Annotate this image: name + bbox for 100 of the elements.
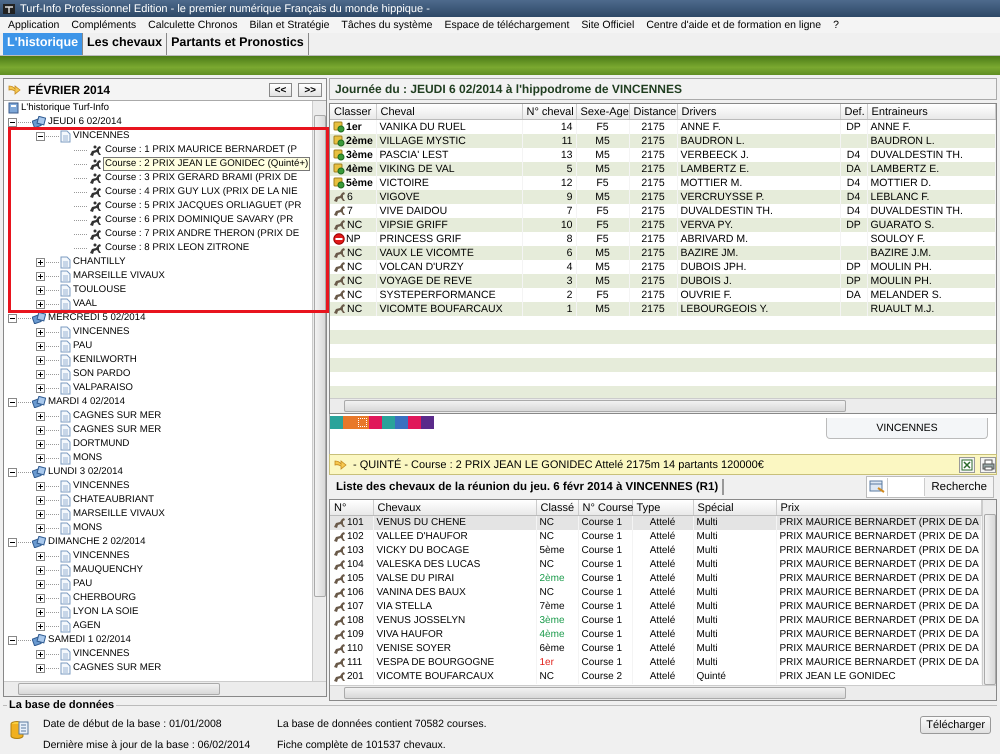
tree-item[interactable]: Course : 5 PRIX JACQUES ORLIAGUET (PR bbox=[103, 199, 304, 213]
collapse-icon[interactable] bbox=[8, 118, 17, 126]
expand-icon[interactable] bbox=[36, 356, 45, 364]
tree-item[interactable]: MONS bbox=[71, 451, 104, 465]
expand-icon[interactable] bbox=[36, 300, 45, 308]
tree-item[interactable]: CAGNES SUR MER bbox=[71, 661, 164, 675]
list-tab[interactable]: Liste des chevaux de la réunion du jeu. 6 févr 2014 à VINCENNES (R1) bbox=[332, 479, 724, 495]
tree-item[interactable]: CHATEAUBRIANT bbox=[71, 493, 156, 507]
expand-icon[interactable] bbox=[36, 622, 45, 630]
color-swatch[interactable] bbox=[369, 416, 382, 429]
search-field[interactable] bbox=[887, 478, 926, 496]
tree-item[interactable]: LYON LA SOIE bbox=[71, 605, 141, 619]
spreadsheet-button[interactable] bbox=[959, 456, 975, 472]
color-swatch[interactable] bbox=[382, 416, 395, 429]
tree-item[interactable]: MARSEILLE VIVAUX bbox=[71, 507, 167, 521]
menu-item[interactable]: Compléments bbox=[65, 19, 142, 31]
expand-icon[interactable] bbox=[36, 664, 45, 672]
expand-icon[interactable] bbox=[36, 650, 45, 658]
tree-item[interactable]: MERCREDI 5 02/2014 bbox=[46, 311, 148, 325]
tree-item[interactable]: CAGNES SUR MER bbox=[71, 409, 164, 423]
expand-icon[interactable] bbox=[36, 370, 45, 378]
expand-icon[interactable] bbox=[36, 328, 45, 336]
horizontal-scrollbar[interactable] bbox=[330, 398, 996, 413]
tree-item[interactable]: DIMANCHE 2 02/2014 bbox=[46, 535, 148, 549]
expand-icon[interactable] bbox=[36, 552, 45, 560]
column-header[interactable]: N° bbox=[330, 500, 373, 516]
expand-icon[interactable] bbox=[36, 272, 45, 280]
tree-item[interactable]: AGEN bbox=[71, 619, 102, 633]
expand-icon[interactable] bbox=[36, 286, 45, 294]
collapse-icon[interactable] bbox=[36, 132, 45, 140]
tree-item[interactable]: JEUDI 6 02/2014 bbox=[46, 115, 124, 129]
column-header[interactable]: Classer bbox=[330, 104, 376, 120]
collapse-icon[interactable] bbox=[8, 636, 17, 644]
calendar-icon[interactable] bbox=[867, 479, 888, 495]
tree-item[interactable]: TOULOUSE bbox=[71, 283, 128, 297]
color-swatch[interactable] bbox=[343, 416, 356, 429]
expand-icon[interactable] bbox=[36, 454, 45, 462]
color-swatch[interactable] bbox=[395, 416, 408, 429]
expand-icon[interactable] bbox=[36, 594, 45, 602]
expand-icon[interactable] bbox=[36, 440, 45, 448]
tree-item[interactable]: Course : 2 PRIX JEAN LE GONIDEC (Quinté+) bbox=[103, 157, 310, 171]
tree-item[interactable]: CHERBOURG bbox=[71, 591, 138, 605]
tree-item[interactable]: CHANTILLY bbox=[71, 255, 128, 269]
tree-item[interactable]: MARSEILLE VIVAUX bbox=[71, 269, 167, 283]
tree-item[interactable]: Course : 7 PRIX ANDRE THERON (PRIX DE bbox=[103, 227, 302, 241]
tree-item[interactable]: Course : 3 PRIX GERARD BRAMI (PRIX DE bbox=[103, 171, 300, 185]
previous-button[interactable]: << bbox=[268, 82, 292, 96]
column-header[interactable]: Def. bbox=[840, 104, 867, 120]
expand-icon[interactable] bbox=[36, 342, 45, 350]
menu-item[interactable]: Site Officiel bbox=[575, 19, 640, 31]
tree-item[interactable]: MAUQUENCHY bbox=[71, 563, 145, 577]
menu-item[interactable]: Espace de téléchargement bbox=[438, 19, 576, 31]
color-swatch[interactable] bbox=[356, 416, 369, 429]
column-header[interactable]: Classé bbox=[536, 500, 578, 516]
tree-item[interactable]: SAMEDI 1 02/2014 bbox=[46, 633, 133, 647]
vertical-scrollbar[interactable] bbox=[982, 500, 996, 685]
color-swatch[interactable] bbox=[408, 416, 421, 429]
horizontal-scrollbar[interactable] bbox=[4, 681, 326, 696]
download-button[interactable]: Télécharger bbox=[920, 716, 991, 734]
expand-icon[interactable] bbox=[36, 426, 45, 434]
expand-icon[interactable] bbox=[36, 258, 45, 266]
column-header[interactable]: Sexe-Age bbox=[576, 104, 629, 120]
tree-item[interactable]: DORTMUND bbox=[71, 437, 132, 451]
tree-item[interactable]: CAGNES SUR MER bbox=[71, 423, 164, 437]
print-button[interactable] bbox=[980, 456, 996, 472]
column-header[interactable]: Distance bbox=[629, 104, 677, 120]
tree-item[interactable]: L'historique Turf-Info bbox=[19, 101, 112, 115]
menu-item[interactable]: Tâches du système bbox=[335, 19, 438, 31]
tree-item[interactable]: SON PARDO bbox=[71, 367, 132, 381]
collapse-icon[interactable] bbox=[8, 538, 17, 546]
expand-icon[interactable] bbox=[36, 496, 45, 504]
column-header[interactable]: N° Course bbox=[578, 500, 632, 516]
expand-icon[interactable] bbox=[36, 384, 45, 392]
venue-tab[interactable]: VINCENNES bbox=[826, 418, 988, 439]
menu-item[interactable]: Centre d'aide et de formation en ligne bbox=[640, 19, 828, 31]
tree-item[interactable]: VINCENNES bbox=[71, 129, 132, 143]
tree-item[interactable]: Course : 8 PRIX LEON ZITRONE bbox=[103, 241, 252, 255]
expand-icon[interactable] bbox=[36, 510, 45, 518]
tree-item[interactable]: Course : 1 PRIX MAURICE BERNARDET (P bbox=[103, 143, 299, 157]
menu-item[interactable]: Application bbox=[2, 19, 66, 31]
tree-item[interactable]: Course : 4 PRIX GUY LUX (PRIX DE LA NIE bbox=[103, 185, 300, 199]
tree-item[interactable]: MONS bbox=[71, 521, 104, 535]
collapse-icon[interactable] bbox=[8, 398, 17, 406]
tree-item[interactable]: KENILWORTH bbox=[71, 353, 139, 367]
expand-icon[interactable] bbox=[36, 566, 45, 574]
column-header[interactable]: Chevaux bbox=[373, 500, 536, 516]
tree-item[interactable]: PAU bbox=[71, 577, 94, 591]
expand-icon[interactable] bbox=[36, 412, 45, 420]
column-header[interactable]: N° cheval bbox=[522, 104, 576, 120]
column-header[interactable]: Prix bbox=[776, 500, 982, 516]
menu-item[interactable]: Bilan et Stratégie bbox=[243, 19, 336, 31]
column-header[interactable]: Entraineurs bbox=[867, 104, 996, 120]
tree-item[interactable]: Course : 6 PRIX DOMINIQUE SAVARY (PR bbox=[103, 213, 296, 227]
menu-item[interactable]: Calculette Chronos bbox=[142, 19, 244, 31]
tree-item[interactable]: VINCENNES bbox=[71, 549, 132, 563]
collapse-icon[interactable] bbox=[8, 468, 17, 476]
expand-icon[interactable] bbox=[36, 524, 45, 532]
tree-item[interactable]: LUNDI 3 02/2014 bbox=[46, 465, 125, 479]
tree-item[interactable]: PAU bbox=[71, 339, 94, 353]
tree-item[interactable]: VINCENNES bbox=[71, 647, 132, 661]
